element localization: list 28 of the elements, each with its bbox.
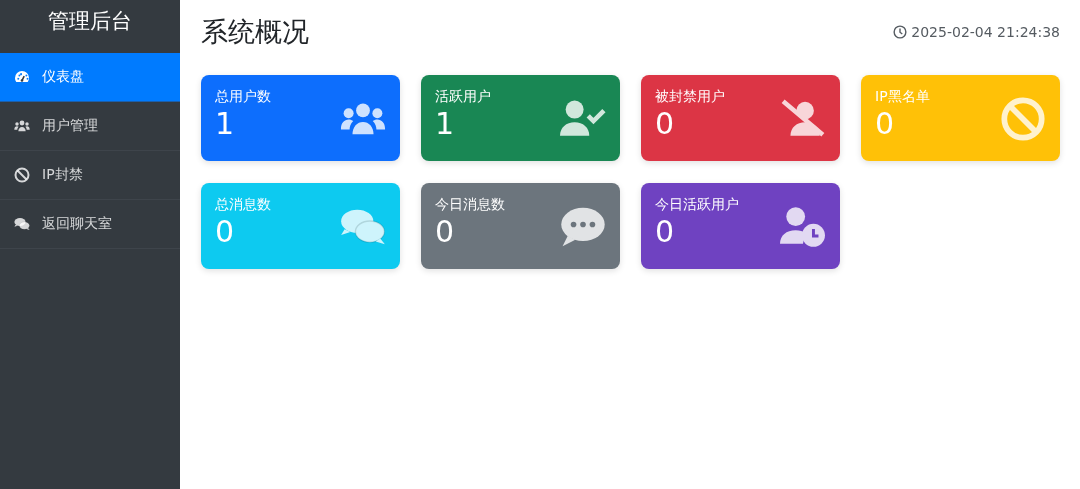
stat-label: 被封禁用户 [655, 88, 725, 106]
stat-value: 0 [875, 106, 896, 142]
stat-label: 总用户数 [215, 88, 271, 106]
ban-icon [14, 167, 30, 183]
page-title: 系统概况 [201, 15, 309, 49]
stat-label: 今日活跃用户 [655, 196, 739, 214]
stat-label: IP黑名单 [875, 88, 930, 106]
gauge-icon [14, 69, 30, 85]
stat-value: 1 [215, 106, 236, 142]
timestamp: 2025-02-04 21:24:38 [911, 24, 1060, 40]
sidebar-item[interactable]: IP封禁 [0, 151, 180, 200]
sidebar-item[interactable]: 返回聊天室 [0, 200, 180, 249]
sidebar-title: 管理后台 [47, 8, 133, 35]
stat-value: 0 [215, 214, 236, 250]
clock-icon [893, 25, 908, 39]
stat-value: 0 [655, 214, 676, 250]
user-clock-icon [780, 204, 826, 250]
stat-value: 1 [435, 106, 456, 142]
stat-label: 今日消息数 [435, 196, 505, 214]
sidebar-item[interactable]: 用户管理 [0, 102, 180, 151]
users-icon [14, 118, 30, 134]
sidebar-item[interactable]: 仪表盘 [0, 53, 180, 102]
stat-label: 总消息数 [215, 196, 271, 214]
chat-bubbles-icon [14, 216, 30, 232]
stat-value: 0 [435, 214, 456, 250]
stat-value: 0 [655, 106, 676, 142]
ban-icon [1000, 96, 1046, 142]
stat-label: 活跃用户 [435, 88, 491, 106]
